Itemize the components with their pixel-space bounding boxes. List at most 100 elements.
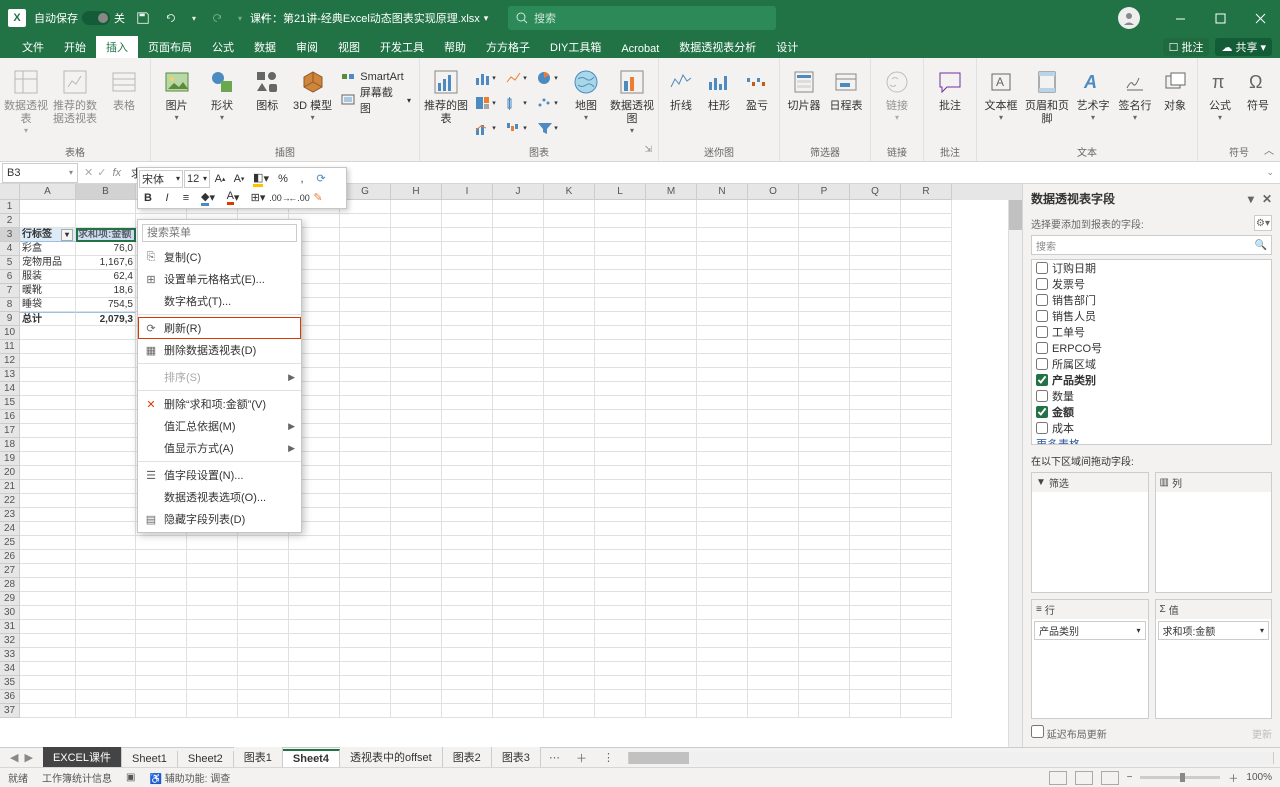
cell[interactable]: [544, 410, 595, 424]
cell[interactable]: [748, 690, 799, 704]
cell[interactable]: [799, 214, 850, 228]
cell[interactable]: [748, 662, 799, 676]
cell[interactable]: [20, 564, 76, 578]
accessibility-status[interactable]: ♿ 辅助功能: 调查: [149, 770, 230, 785]
cell[interactable]: [20, 508, 76, 522]
cell[interactable]: [850, 592, 901, 606]
cell[interactable]: [799, 424, 850, 438]
all-sheets-icon[interactable]: ⋯: [541, 751, 568, 764]
cell[interactable]: [238, 550, 289, 564]
cell[interactable]: [850, 228, 901, 242]
cell[interactable]: [799, 536, 850, 550]
cell[interactable]: [901, 368, 952, 382]
cell[interactable]: 睡袋: [20, 298, 76, 312]
cell[interactable]: [493, 634, 544, 648]
cell[interactable]: [76, 340, 136, 354]
cell[interactable]: [646, 578, 697, 592]
cell[interactable]: [646, 228, 697, 242]
cell[interactable]: [799, 466, 850, 480]
cell[interactable]: [901, 242, 952, 256]
row-header[interactable]: 30: [0, 606, 20, 620]
cell[interactable]: [289, 648, 340, 662]
cell[interactable]: [238, 634, 289, 648]
cell[interactable]: [901, 662, 952, 676]
cell[interactable]: [646, 606, 697, 620]
cell[interactable]: [289, 634, 340, 648]
comments-button[interactable]: ☐ 批注: [1163, 38, 1210, 56]
tab-analyze[interactable]: 数据透视表分析: [669, 36, 766, 58]
cell[interactable]: [442, 508, 493, 522]
bold-icon[interactable]: B: [139, 189, 157, 207]
sheet-tab[interactable]: Sheet2: [178, 751, 234, 767]
field-pane-layout-icon[interactable]: ⚙▾: [1254, 215, 1272, 231]
cell[interactable]: [20, 494, 76, 508]
cell[interactable]: [748, 438, 799, 452]
cell[interactable]: [442, 438, 493, 452]
sheet-tab[interactable]: 图表1: [234, 747, 283, 767]
share-button[interactable]: ☁ 共享 ▾: [1215, 38, 1272, 56]
field-item[interactable]: 所属区域: [1032, 356, 1271, 372]
cell[interactable]: [340, 410, 391, 424]
cell[interactable]: [901, 256, 952, 270]
cell[interactable]: [442, 200, 493, 214]
cell[interactable]: [595, 508, 646, 522]
cell[interactable]: [442, 382, 493, 396]
cell[interactable]: [442, 494, 493, 508]
cell[interactable]: [76, 396, 136, 410]
cell[interactable]: [76, 550, 136, 564]
cell[interactable]: [340, 676, 391, 690]
cell[interactable]: [799, 480, 850, 494]
field-checkbox[interactable]: [1036, 278, 1048, 290]
cell[interactable]: [799, 368, 850, 382]
cell[interactable]: [799, 242, 850, 256]
prev-sheet-icon[interactable]: ◀: [10, 751, 18, 764]
field-item[interactable]: ERPCO号: [1032, 340, 1271, 356]
column-header[interactable]: R: [901, 184, 952, 200]
cell[interactable]: [20, 424, 76, 438]
cell[interactable]: [493, 312, 544, 326]
column-header[interactable]: H: [391, 184, 442, 200]
row-header[interactable]: 28: [0, 578, 20, 592]
cell[interactable]: [544, 704, 595, 718]
cell[interactable]: [748, 592, 799, 606]
cell[interactable]: [901, 592, 952, 606]
cell[interactable]: [136, 592, 187, 606]
cell[interactable]: [850, 396, 901, 410]
cell[interactable]: [799, 690, 850, 704]
cell[interactable]: [901, 354, 952, 368]
cell[interactable]: [850, 620, 901, 634]
cell[interactable]: [391, 578, 442, 592]
cell[interactable]: [20, 452, 76, 466]
cell[interactable]: [748, 354, 799, 368]
tab-fanggezi[interactable]: 方方格子: [476, 36, 540, 58]
field-item[interactable]: 订购日期: [1032, 260, 1271, 276]
zoom-level[interactable]: 100%: [1246, 772, 1272, 783]
cell[interactable]: [136, 676, 187, 690]
cell[interactable]: [442, 648, 493, 662]
icons-button[interactable]: 图标: [246, 62, 289, 142]
cell[interactable]: [238, 536, 289, 550]
cell[interactable]: [76, 578, 136, 592]
increase-font-icon[interactable]: A▴: [211, 170, 229, 188]
cell[interactable]: [697, 606, 748, 620]
cell[interactable]: [442, 242, 493, 256]
cell[interactable]: [493, 200, 544, 214]
cell[interactable]: [595, 242, 646, 256]
cell[interactable]: [646, 690, 697, 704]
3dmodel-button[interactable]: 3D 模型▾: [291, 62, 334, 142]
cell[interactable]: [442, 690, 493, 704]
cell[interactable]: [76, 410, 136, 424]
cell[interactable]: [340, 536, 391, 550]
cell[interactable]: [340, 396, 391, 410]
cell[interactable]: [391, 256, 442, 270]
cell[interactable]: [544, 536, 595, 550]
cell[interactable]: [442, 564, 493, 578]
normal-view-icon[interactable]: [1049, 771, 1067, 785]
align-icon[interactable]: ≡: [177, 189, 195, 207]
cell[interactable]: [850, 382, 901, 396]
cell[interactable]: [799, 200, 850, 214]
cell[interactable]: [340, 438, 391, 452]
field-checkbox[interactable]: [1036, 374, 1048, 386]
cell[interactable]: [391, 214, 442, 228]
cell[interactable]: [493, 214, 544, 228]
